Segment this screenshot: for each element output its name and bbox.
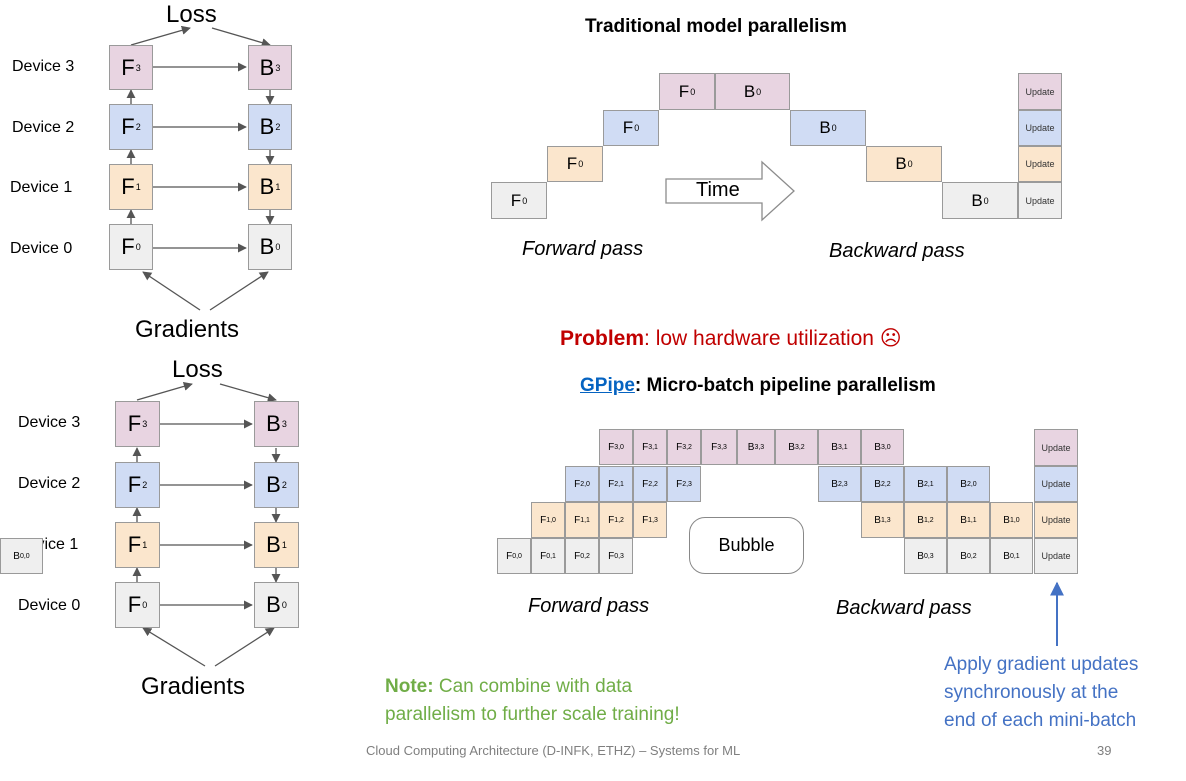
top-device-0-label: Device 0 (10, 240, 73, 257)
note-text: Note: Can combine with data parallelism … (385, 676, 680, 725)
gpipe-update-device-2: Update (1034, 466, 1078, 502)
footer-text: Cloud Computing Architecture (D-INFK, ET… (366, 743, 741, 758)
gpipe-forward-cell-d2-m0: F 2,0 (565, 466, 599, 502)
gpipe-backward-cell-d2-m2: B 2,2 (861, 466, 904, 502)
trad-forward-device-0: F0 (491, 182, 547, 219)
gpipe-backward-cell-d0-m2: B 0,2 (947, 538, 990, 574)
bottom-gradients-label: Gradients (141, 673, 246, 700)
top-gradients-label: Gradients (135, 316, 240, 343)
top-backward-node-1: B1 (248, 164, 292, 210)
gpipe-backward-cell-d3-m1: B 3,1 (818, 429, 861, 465)
gpipe-backward-pass-label: Backward pass (836, 597, 972, 619)
trad-backward-pass-label: Backward pass (829, 240, 965, 262)
problem-statement: Problem: low hardware utilization ☹ (560, 326, 902, 351)
bottom-forward-node-0: F0 (115, 582, 160, 628)
gpipe-forward-cell-d2-m1: F 2,1 (599, 466, 633, 502)
trad-backward-device-0: B0 (942, 182, 1018, 219)
gpipe-link[interactable]: GPipe (580, 375, 635, 396)
bottom-loss-label: Loss (172, 356, 223, 383)
gpipe-forward-cell-d1-m1: F 1,1 (565, 502, 599, 538)
gpipe-forward-cell-d0-m3: F 0,3 (599, 538, 633, 574)
top-loss-label: Loss (166, 1, 217, 28)
bottom-forward-node-2: F2 (115, 462, 160, 508)
bottom-device-3-label: Device 3 (18, 414, 81, 431)
gpipe-backward-cell-d0-m0: B 0,0 (0, 538, 43, 574)
trad-update-device-2: Update (1018, 110, 1062, 146)
gpipe-backward-cell-d3-m3: B 3,3 (737, 429, 775, 465)
gpipe-forward-cell-d1-m0: F 1,0 (531, 502, 565, 538)
note-keyword: Note: (385, 676, 434, 697)
time-label: Time (696, 179, 740, 201)
gpipe-forward-cell-d2-m3: F 2,3 (667, 466, 701, 502)
trad-forward-device-2: F0 (603, 110, 659, 146)
gpipe-forward-pass-label: Forward pass (528, 595, 650, 617)
top-forward-node-0: F0 (109, 224, 153, 270)
gpipe-backward-cell-d2-m3: B 2,3 (818, 466, 861, 502)
gpipe-backward-cell-d2-m0: B 2,0 (947, 466, 990, 502)
bottom-backward-node-3: B3 (254, 401, 299, 447)
top-forward-node-3: F3 (109, 45, 153, 90)
trad-forward-device-3: F0 (659, 73, 715, 110)
top-forward-node-1: F1 (109, 164, 153, 210)
bottom-backward-node-0: B0 (254, 582, 299, 628)
trad-update-device-1: Update (1018, 146, 1062, 182)
gpipe-forward-cell-d1-m3: F 1,3 (633, 502, 667, 538)
gpipe-backward-cell-d1-m3: B 1,3 (861, 502, 904, 538)
trad-backward-device-3: B0 (715, 73, 790, 110)
gpipe-update-device-1: Update (1034, 502, 1078, 538)
trad-backward-device-2: B0 (790, 110, 866, 146)
trad-forward-device-1: F0 (547, 146, 603, 182)
bottom-forward-node-3: F3 (115, 401, 160, 447)
gpipe-backward-cell-d3-m0: B 3,0 (861, 429, 904, 465)
gpipe-forward-cell-d3-m0: F 3,0 (599, 429, 633, 465)
top-forward-node-2: F2 (109, 104, 153, 150)
gpipe-forward-cell-d2-m2: F 2,2 (633, 466, 667, 502)
gpipe-forward-cell-d0-m0: F 0,0 (497, 538, 531, 574)
top-device-2-label: Device 2 (12, 119, 75, 136)
gpipe-backward-cell-d2-m1: B 2,1 (904, 466, 947, 502)
bubble-label: Bubble (689, 517, 804, 574)
bottom-device-0-label: Device 0 (18, 597, 81, 614)
gpipe-forward-cell-d0-m1: F 0,1 (531, 538, 565, 574)
top-backward-node-0: B0 (248, 224, 292, 270)
trad-update-device-3: Update (1018, 73, 1062, 110)
bottom-backward-node-1: B1 (254, 522, 299, 568)
top-backward-node-3: B3 (248, 45, 292, 90)
gpipe-backward-cell-d3-m2: B 3,2 (775, 429, 818, 465)
gpipe-backward-cell-d0-m3: B 0,3 (904, 538, 947, 574)
gpipe-title: GPipe: Micro-batch pipeline parallelism (580, 375, 936, 397)
gpipe-forward-cell-d1-m2: F 1,2 (599, 502, 633, 538)
bottom-forward-node-1: F1 (115, 522, 160, 568)
top-device-3-label: Device 3 (12, 58, 75, 75)
gpipe-backward-cell-d0-m1: B 0,1 (990, 538, 1033, 574)
bottom-backward-node-2: B2 (254, 462, 299, 508)
gpipe-forward-cell-d0-m2: F 0,2 (565, 538, 599, 574)
trad-forward-pass-label: Forward pass (522, 238, 644, 260)
gpipe-forward-cell-d3-m1: F 3,1 (633, 429, 667, 465)
gradient-update-annotation: Apply gradient updates synchronously at … (944, 654, 1139, 731)
bottom-device-2-label: Device 2 (18, 475, 81, 492)
gpipe-forward-cell-d3-m3: F 3,3 (701, 429, 737, 465)
problem-text: : low hardware utilization ☹ (644, 327, 902, 350)
gpipe-title-rest: : Micro-batch pipeline parallelism (634, 375, 936, 396)
top-backward-node-2: B2 (248, 104, 292, 150)
top-device-1-label: Device 1 (10, 179, 73, 196)
gpipe-update-device-0: Update (1034, 538, 1078, 574)
gpipe-backward-cell-d1-m2: B 1,2 (904, 502, 947, 538)
trad-backward-device-1: B0 (866, 146, 942, 182)
problem-keyword: Problem (560, 327, 645, 350)
traditional-title: Traditional model parallelism (585, 16, 847, 37)
page-number: 39 (1097, 743, 1112, 758)
trad-update-device-0: Update (1018, 182, 1062, 219)
gpipe-backward-cell-d1-m1: B 1,1 (947, 502, 990, 538)
gpipe-update-device-3: Update (1034, 429, 1078, 466)
gpipe-backward-cell-d1-m0: B 1,0 (990, 502, 1033, 538)
gpipe-forward-cell-d3-m2: F 3,2 (667, 429, 701, 465)
